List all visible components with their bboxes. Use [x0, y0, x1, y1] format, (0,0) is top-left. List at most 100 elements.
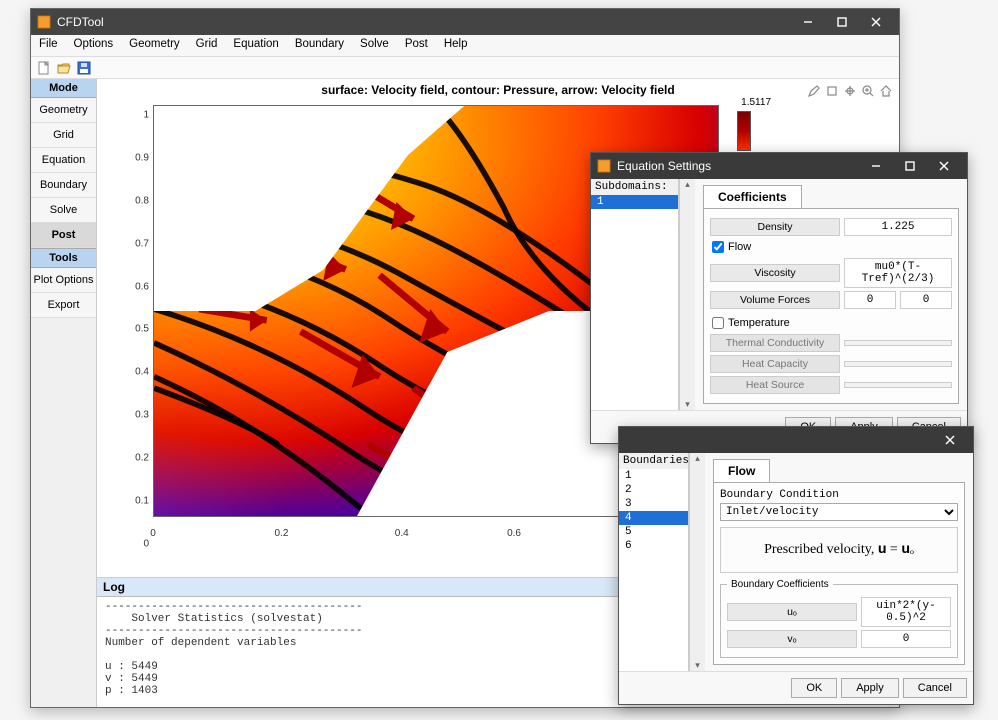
v0-label: vₒ — [727, 630, 857, 648]
flow-checkbox[interactable] — [712, 241, 724, 253]
zoom-in-icon[interactable] — [860, 83, 875, 98]
viscosity-label: Viscosity — [710, 264, 840, 282]
mode-boundary[interactable]: Boundary — [31, 173, 96, 198]
subdomain-item[interactable]: 1 — [591, 195, 678, 209]
heat-source-label: Heat Source — [710, 376, 840, 394]
ytick: 0.8 — [127, 195, 149, 206]
mode-sidebar: Mode Geometry Grid Equation Boundary Sol… — [31, 79, 97, 707]
bc-titlebar[interactable] — [619, 427, 973, 453]
menu-grid[interactable]: Grid — [188, 35, 226, 56]
mode-header: Mode — [31, 79, 96, 98]
flow-tab[interactable]: Flow — [713, 459, 770, 482]
xtick: 0 — [150, 528, 156, 539]
minimize-button[interactable] — [791, 9, 825, 35]
ytick: 0.2 — [127, 453, 149, 464]
mode-solve[interactable]: Solve — [31, 198, 96, 223]
v0-field[interactable]: 0 — [861, 630, 951, 648]
bc-panel: Boundary Condition Inlet/velocity Prescr… — [713, 482, 965, 665]
colorbar — [737, 111, 751, 151]
boundaries-scrollbar[interactable]: ▴▾ — [689, 453, 705, 671]
menu-file[interactable]: File — [31, 35, 66, 56]
thermal-conductivity-label: Thermal Conductivity — [710, 334, 840, 352]
menu-bar: File Options Geometry Grid Equation Boun… — [31, 35, 899, 57]
ytick: 0.4 — [127, 367, 149, 378]
ytick: 0.3 — [127, 410, 149, 421]
xtick: 0.6 — [507, 528, 521, 539]
bc-type-label: Boundary Condition — [720, 489, 958, 501]
viscosity-field[interactable]: mu0*(T-Tref)^(2/3) — [844, 258, 952, 288]
heat-source-field — [844, 382, 952, 388]
menu-equation[interactable]: Equation — [225, 35, 286, 56]
bc-type-select[interactable]: Inlet/velocity — [720, 503, 958, 521]
open-file-icon[interactable] — [55, 59, 73, 77]
eq-minimize-button[interactable] — [859, 153, 893, 179]
xtick: 0.4 — [395, 528, 409, 539]
menu-options[interactable]: Options — [66, 35, 122, 56]
bc-button-bar: OK Apply Cancel — [619, 671, 973, 704]
tools-header: Tools — [31, 248, 96, 268]
ytick: 0.7 — [127, 238, 149, 249]
colorbar-max-label: 1.5117 — [741, 97, 771, 108]
boundary-item[interactable]: 3 — [619, 497, 688, 511]
ytick: 0.5 — [127, 324, 149, 335]
pan-icon[interactable] — [842, 83, 857, 98]
menu-geometry[interactable]: Geometry — [121, 35, 188, 56]
eq-titlebar[interactable]: Equation Settings — [591, 153, 967, 179]
bc-coefficients-group: Boundary Coefficients uₒ uin*2*(y-0.5)^2… — [720, 579, 958, 658]
menu-boundary[interactable]: Boundary — [287, 35, 352, 56]
bc-close-button[interactable] — [933, 427, 967, 453]
boundary-settings-dialog: Boundaries: 1 2 3 4 5 6 ▴▾ Flow Boundary… — [618, 426, 974, 705]
menu-help[interactable]: Help — [436, 35, 476, 56]
menu-post[interactable]: Post — [397, 35, 436, 56]
boundary-item[interactable]: 1 — [619, 469, 688, 483]
icon-toolbar — [31, 57, 899, 79]
zoom-box-icon[interactable] — [824, 83, 839, 98]
volume-forces-label: Volume Forces — [710, 291, 840, 309]
plot-toolbar — [806, 83, 893, 98]
boundary-item[interactable]: 4 — [619, 511, 688, 525]
new-file-icon[interactable] — [35, 59, 53, 77]
equation-settings-dialog: Equation Settings Subdomains: 1 ▴▾ Coeff… — [590, 152, 968, 444]
density-field[interactable]: 1.225 — [844, 218, 952, 236]
u0-field[interactable]: uin*2*(y-0.5)^2 — [861, 597, 951, 627]
bc-ok-button[interactable]: OK — [791, 678, 837, 698]
ytick: 0.1 — [127, 495, 149, 506]
mode-equation[interactable]: Equation — [31, 148, 96, 173]
subdomains-scrollbar[interactable]: ▴▾ — [679, 179, 695, 410]
ytick: 0.6 — [127, 281, 149, 292]
tool-plot-options[interactable]: Plot Options — [31, 268, 96, 293]
ytick: 1 — [127, 110, 149, 121]
boundary-item[interactable]: 6 — [619, 539, 688, 553]
main-titlebar[interactable]: CFDTool — [31, 9, 899, 35]
temperature-checkbox[interactable] — [712, 317, 724, 329]
tool-export[interactable]: Export — [31, 293, 96, 318]
subdomains-list: Subdomains: 1 — [591, 179, 679, 410]
boundary-item[interactable]: 2 — [619, 483, 688, 497]
maximize-button[interactable] — [825, 9, 859, 35]
eq-close-button[interactable] — [927, 153, 961, 179]
menu-solve[interactable]: Solve — [352, 35, 397, 56]
heat-capacity-label: Heat Capacity — [710, 355, 840, 373]
close-button[interactable] — [859, 9, 893, 35]
home-icon[interactable] — [878, 83, 893, 98]
app-icon — [37, 15, 51, 29]
boundaries-header: Boundaries: — [619, 453, 688, 469]
coefficients-panel: Density 1.225 Flow Viscosity mu0*(T-Tref… — [703, 208, 959, 404]
volume-force-y-field[interactable]: 0 — [900, 291, 952, 309]
subdomains-header: Subdomains: — [591, 179, 678, 195]
edit-icon[interactable] — [806, 83, 821, 98]
xtick: 0.2 — [275, 528, 289, 539]
save-file-icon[interactable] — [75, 59, 93, 77]
boundary-item[interactable]: 5 — [619, 525, 688, 539]
plot-title: surface: Velocity field, contour: Pressu… — [321, 83, 674, 97]
bc-cancel-button[interactable]: Cancel — [903, 678, 967, 698]
volume-force-x-field[interactable]: 0 — [844, 291, 896, 309]
bc-apply-button[interactable]: Apply — [841, 678, 899, 698]
eq-maximize-button[interactable] — [893, 153, 927, 179]
mode-grid[interactable]: Grid — [31, 123, 96, 148]
mode-post[interactable]: Post — [31, 223, 96, 248]
app-icon — [597, 159, 611, 173]
mode-geometry[interactable]: Geometry — [31, 98, 96, 123]
coefficients-tab[interactable]: Coefficients — [703, 185, 802, 208]
ytick: 0 — [127, 538, 149, 549]
